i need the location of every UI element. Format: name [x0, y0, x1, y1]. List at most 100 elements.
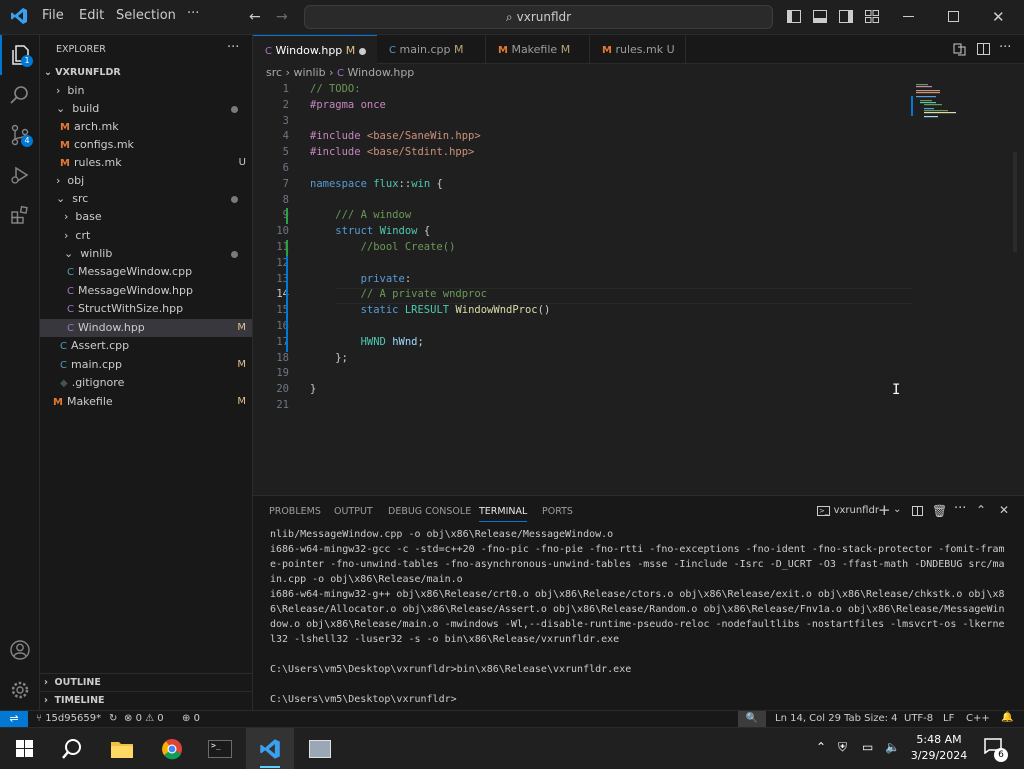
timeline-section[interactable]: › TIMELINE	[40, 691, 252, 709]
panel-tab-ports[interactable]: PORTS	[542, 506, 573, 517]
split-terminal-icon[interactable]	[912, 506, 923, 516]
terminal-selector[interactable]: >_ vxrunfldr	[817, 505, 879, 516]
tree-item-messagewindow-cpp[interactable]: C MessageWindow.cpp	[40, 263, 252, 281]
sync-icon[interactable]: ↻	[109, 713, 117, 724]
forward-arrow-icon[interactable]: →	[276, 9, 288, 25]
menu-file[interactable]: File	[42, 8, 64, 23]
tree-item-crt[interactable]: › crt	[40, 227, 252, 245]
tree-item-arch-mk[interactable]: March.mk	[40, 118, 252, 136]
tree-item-assert-cpp[interactable]: C Assert.cpp	[40, 337, 252, 355]
workspace-root[interactable]: ⌄ VXRUNFLDR	[40, 64, 252, 82]
breadcrumb-item[interactable]: winlib	[293, 66, 325, 79]
notifications-bell-icon[interactable]: 🔔	[1001, 712, 1013, 723]
explorer-icon[interactable]: 1	[0, 35, 40, 75]
chevron-down-icon[interactable]: ⌄	[893, 504, 901, 515]
customize-layout-icon[interactable]	[865, 10, 879, 23]
minimap[interactable]	[911, 82, 1001, 122]
explorer-more-icon[interactable]: ···	[227, 40, 239, 55]
tab-makefile[interactable]: M Makefile M	[486, 35, 590, 64]
file-explorer-icon[interactable]	[98, 728, 146, 769]
editor-more-icon[interactable]: ···	[999, 40, 1011, 55]
tree-item-configs-mk[interactable]: Mconfigs.mk	[40, 136, 252, 154]
ports-indicator[interactable]: ⊕ 0	[182, 713, 200, 724]
tab-rules-mk[interactable]: M rules.mk U	[590, 35, 686, 64]
notification-center-icon[interactable]: 6	[984, 738, 1008, 762]
tree-item-main-cpp[interactable]: Cmain.cpp M	[40, 356, 252, 374]
vscode-taskbar-icon[interactable]	[246, 728, 294, 769]
network-icon[interactable]: ▭	[862, 740, 873, 754]
source-control-icon[interactable]: 4	[0, 115, 40, 155]
unsaved-dot-icon[interactable]	[359, 48, 366, 55]
problems-indicator[interactable]: ⊗ 0 ⚠ 0	[124, 713, 164, 724]
panel-tab-terminal[interactable]: TERMINAL	[479, 506, 528, 522]
split-editor-icon[interactable]	[977, 43, 990, 55]
git-status: U	[238, 157, 246, 168]
tree-item-src[interactable]: ⌄ src	[40, 190, 252, 208]
code-editor[interactable]: 1 // TODO: 2 #pragma once 3 4 #include <base/S…	[253, 82, 1017, 495]
windows-start-icon[interactable]	[0, 728, 48, 769]
toggle-panel-icon[interactable]	[813, 10, 827, 23]
panel-tab-output[interactable]: OUTPUT	[334, 506, 373, 517]
tab-window-hpp[interactable]: C Window.hpp M	[253, 35, 377, 64]
menu-selection[interactable]: Selection	[116, 8, 176, 23]
taskbar-search-icon[interactable]	[48, 728, 96, 769]
show-hidden-icons[interactable]: ⌃	[816, 740, 826, 754]
outline-section[interactable]: › OUTLINE	[40, 673, 252, 691]
clock[interactable]: 5:48 AM 3/29/2024	[908, 732, 970, 764]
command-center-search[interactable]: ⌕ vxrunfldr	[304, 5, 773, 29]
terminal-output[interactable]: nlib/MessageWindow.cpp -o obj\x86\Releas…	[253, 527, 1024, 711]
new-terminal-icon[interactable]: +	[878, 501, 891, 519]
back-arrow-icon[interactable]: ←	[249, 9, 261, 25]
editor-scrollbar[interactable]	[1013, 152, 1017, 252]
tree-item-base[interactable]: › base	[40, 208, 252, 226]
end-of-line[interactable]: LF	[943, 713, 954, 724]
tree-item-obj[interactable]: › obj	[40, 172, 252, 190]
terminal-app-icon[interactable]: >_	[196, 728, 244, 769]
panel-more-icon[interactable]: ···	[954, 501, 966, 516]
git-branch[interactable]: ⑂ 15d95659*	[36, 713, 101, 724]
system-app-icon[interactable]	[296, 728, 344, 769]
tree-item-rules-mk[interactable]: Mrules.mk U	[40, 154, 252, 172]
cursor-position[interactable]: Ln 14, Col 29	[775, 713, 841, 724]
tree-item-structwithsize-hpp[interactable]: C StructWithSize.hpp	[40, 300, 252, 318]
tree-item-gitignore[interactable]: ◆ .gitignore	[40, 374, 252, 392]
breadcrumb-item[interactable]: src	[266, 66, 282, 79]
security-tray-icon[interactable]: ⛨	[838, 740, 847, 755]
tree-item-makefile[interactable]: M Makefile M	[40, 393, 252, 411]
tree-item-winlib[interactable]: ⌄ winlib	[40, 245, 252, 263]
tab-main-cpp[interactable]: C main.cpp M	[377, 35, 486, 64]
extensions-icon[interactable]	[0, 195, 40, 235]
volume-muted-icon[interactable]: 🔈	[885, 740, 900, 754]
tab-size[interactable]: Tab Size: 4	[844, 713, 898, 724]
tree-item-window-hpp[interactable]: C Window.hpp M	[40, 319, 252, 337]
chrome-icon[interactable]	[148, 728, 196, 769]
remote-indicator-icon[interactable]: ⇌	[0, 711, 28, 728]
maximize-panel-icon[interactable]: ⌃	[976, 503, 986, 517]
gutter-change-marker	[286, 256, 288, 352]
run-debug-icon[interactable]	[0, 155, 40, 195]
cpp-file-icon: C	[389, 45, 396, 56]
close-panel-icon[interactable]: ✕	[999, 503, 1009, 517]
menu-edit[interactable]: Edit	[79, 8, 104, 23]
toggle-primary-sidebar-icon[interactable]	[787, 10, 801, 23]
tree-item-bin[interactable]: › bin	[40, 82, 252, 100]
zoom-icon[interactable]: 🔍	[738, 711, 766, 727]
settings-gear-icon[interactable]	[0, 670, 40, 710]
close-window-icon[interactable]: ✕	[992, 8, 1005, 26]
language-mode[interactable]: C++	[966, 713, 990, 724]
encoding[interactable]: UTF-8	[904, 713, 933, 724]
panel-tab-debug-console[interactable]: DEBUG CONSOLE	[388, 506, 471, 517]
search-sidebar-icon[interactable]	[0, 75, 40, 115]
tab-label: rules.mk	[615, 43, 664, 56]
maximize-icon[interactable]	[948, 11, 959, 22]
trash-icon[interactable]: 🗑	[932, 504, 947, 518]
minimize-icon[interactable]	[903, 16, 914, 17]
accounts-icon[interactable]	[0, 630, 40, 670]
menu-more[interactable]: ···	[187, 6, 199, 21]
panel-tab-problems[interactable]: PROBLEMS	[269, 506, 321, 517]
tree-item-build[interactable]: ⌄ build	[40, 100, 252, 118]
compare-changes-icon[interactable]	[953, 43, 966, 56]
toggle-secondary-sidebar-icon[interactable]	[839, 10, 853, 23]
tree-item-messagewindow-hpp[interactable]: C MessageWindow.hpp	[40, 282, 252, 300]
breadcrumb-item[interactable]: Window.hpp	[347, 66, 414, 79]
